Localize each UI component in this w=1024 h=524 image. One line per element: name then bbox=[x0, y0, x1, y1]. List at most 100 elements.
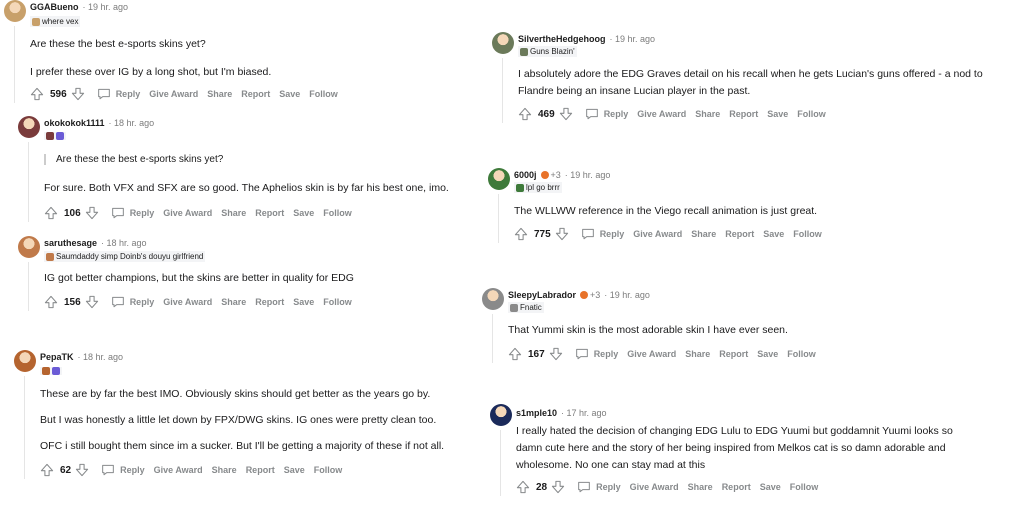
author-name[interactable]: okokokok1111 bbox=[44, 118, 105, 128]
reply-button[interactable]: Reply bbox=[101, 464, 145, 476]
give-award-button[interactable]: Give Award bbox=[633, 229, 682, 239]
save-button[interactable]: Save bbox=[293, 208, 314, 218]
follow-button[interactable]: Follow bbox=[790, 482, 819, 492]
follow-button[interactable]: Follow bbox=[314, 465, 343, 475]
follow-button[interactable]: Follow bbox=[797, 109, 826, 119]
follow-button[interactable]: Follow bbox=[323, 208, 352, 218]
report-button[interactable]: Report bbox=[241, 89, 270, 99]
thread-line[interactable] bbox=[14, 26, 15, 103]
timestamp[interactable]: · 19 hr. ago bbox=[610, 34, 656, 44]
author-name[interactable]: 6000j bbox=[514, 170, 537, 180]
upvote-icon[interactable] bbox=[514, 227, 528, 241]
downvote-icon[interactable] bbox=[555, 227, 569, 241]
timestamp[interactable]: · 18 hr. ago bbox=[78, 352, 124, 362]
reply-button[interactable]: Reply bbox=[581, 228, 624, 240]
author-name[interactable]: PepaTK bbox=[40, 352, 74, 362]
report-button[interactable]: Report bbox=[722, 482, 751, 492]
timestamp[interactable]: · 19 hr. ago bbox=[83, 2, 129, 12]
thread-line[interactable] bbox=[502, 58, 503, 123]
thread-line[interactable] bbox=[492, 314, 493, 363]
give-award-button[interactable]: Give Award bbox=[154, 465, 203, 475]
share-button[interactable]: Share bbox=[221, 208, 246, 218]
thread-line[interactable] bbox=[500, 430, 501, 496]
timestamp[interactable]: · 19 hr. ago bbox=[565, 170, 611, 180]
save-button[interactable]: Save bbox=[757, 349, 778, 359]
share-button[interactable]: Share bbox=[695, 109, 720, 119]
give-award-button[interactable]: Give Award bbox=[630, 482, 679, 492]
give-award-button[interactable]: Give Award bbox=[163, 208, 212, 218]
upvote-icon[interactable] bbox=[516, 480, 530, 494]
report-button[interactable]: Report bbox=[246, 465, 275, 475]
give-award-button[interactable]: Give Award bbox=[627, 349, 676, 359]
flair-text: lpl go brrr bbox=[526, 183, 560, 192]
save-button[interactable]: Save bbox=[279, 89, 300, 99]
downvote-icon[interactable] bbox=[85, 206, 99, 220]
avatar[interactable] bbox=[14, 350, 36, 372]
avatar[interactable] bbox=[492, 32, 514, 54]
author-name[interactable]: saruthesage bbox=[44, 238, 97, 248]
upvote-icon[interactable] bbox=[44, 295, 58, 309]
thread-line[interactable] bbox=[24, 376, 25, 479]
comment-actions: 62 Reply Give Award Share Report Save Follow bbox=[40, 463, 342, 477]
share-button[interactable]: Share bbox=[688, 482, 713, 492]
follow-button[interactable]: Follow bbox=[323, 297, 352, 307]
upvote-icon[interactable] bbox=[44, 206, 58, 220]
reply-button[interactable]: Reply bbox=[577, 481, 621, 493]
downvote-icon[interactable] bbox=[71, 87, 85, 101]
report-button[interactable]: Report bbox=[729, 109, 758, 119]
reply-button[interactable]: Reply bbox=[97, 88, 140, 100]
report-button[interactable]: Report bbox=[255, 297, 284, 307]
save-button[interactable]: Save bbox=[767, 109, 788, 119]
timestamp[interactable]: · 18 hr. ago bbox=[109, 118, 155, 128]
vote-count: 28 bbox=[536, 481, 548, 493]
upvote-icon[interactable] bbox=[518, 107, 532, 121]
author-name[interactable]: SleepyLabrador bbox=[508, 290, 576, 300]
save-button[interactable]: Save bbox=[293, 297, 314, 307]
reply-button[interactable]: Reply bbox=[585, 108, 628, 120]
report-button[interactable]: Report bbox=[719, 349, 748, 359]
share-button[interactable]: Share bbox=[221, 297, 246, 307]
save-button[interactable]: Save bbox=[760, 482, 781, 492]
downvote-icon[interactable] bbox=[85, 295, 99, 309]
follow-button[interactable]: Follow bbox=[787, 349, 816, 359]
report-button[interactable]: Report bbox=[255, 208, 284, 218]
avatar[interactable] bbox=[18, 116, 40, 138]
author-name[interactable]: GGABueno bbox=[30, 2, 79, 12]
share-button[interactable]: Share bbox=[212, 465, 237, 475]
thread-line[interactable] bbox=[498, 194, 499, 243]
avatar[interactable] bbox=[4, 0, 26, 22]
flair-icon bbox=[42, 367, 50, 375]
upvote-icon[interactable] bbox=[508, 347, 522, 361]
report-button[interactable]: Report bbox=[725, 229, 754, 239]
reply-button[interactable]: Reply bbox=[575, 348, 618, 360]
follow-button[interactable]: Follow bbox=[793, 229, 822, 239]
reply-button[interactable]: Reply bbox=[111, 207, 154, 219]
timestamp[interactable]: · 19 hr. ago bbox=[604, 290, 650, 300]
downvote-icon[interactable] bbox=[559, 107, 573, 121]
give-award-button[interactable]: Give Award bbox=[163, 297, 212, 307]
share-button[interactable]: Share bbox=[685, 349, 710, 359]
thread-line[interactable] bbox=[28, 142, 29, 222]
thread-line[interactable] bbox=[28, 262, 29, 311]
downvote-icon[interactable] bbox=[549, 347, 563, 361]
upvote-icon[interactable] bbox=[40, 463, 54, 477]
author-name[interactable]: SilvertheHedgehoog bbox=[518, 34, 606, 44]
timestamp[interactable]: · 18 hr. ago bbox=[101, 238, 147, 248]
downvote-icon[interactable] bbox=[75, 463, 89, 477]
save-button[interactable]: Save bbox=[284, 465, 305, 475]
downvote-icon[interactable] bbox=[551, 480, 565, 494]
avatar[interactable] bbox=[490, 404, 512, 426]
reply-button[interactable]: Reply bbox=[111, 296, 154, 308]
upvote-icon[interactable] bbox=[30, 87, 44, 101]
author-name[interactable]: s1mple10 bbox=[516, 408, 557, 418]
save-button[interactable]: Save bbox=[763, 229, 784, 239]
follow-button[interactable]: Follow bbox=[309, 89, 338, 99]
give-award-button[interactable]: Give Award bbox=[149, 89, 198, 99]
avatar[interactable] bbox=[482, 288, 504, 310]
give-award-button[interactable]: Give Award bbox=[637, 109, 686, 119]
avatar[interactable] bbox=[488, 168, 510, 190]
avatar[interactable] bbox=[18, 236, 40, 258]
share-button[interactable]: Share bbox=[691, 229, 716, 239]
timestamp[interactable]: · 17 hr. ago bbox=[561, 408, 607, 418]
share-button[interactable]: Share bbox=[207, 89, 232, 99]
